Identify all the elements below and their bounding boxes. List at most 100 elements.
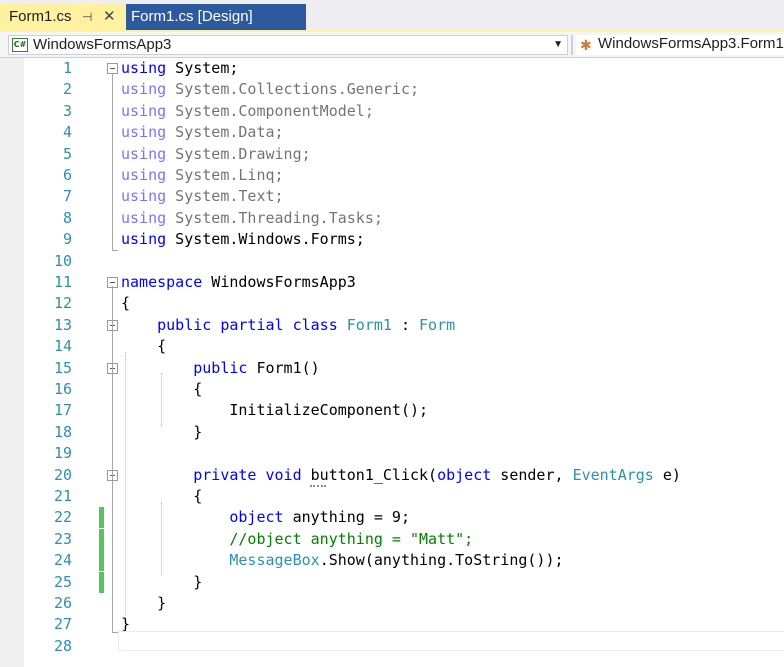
code-line[interactable]: 1 using System; <box>0 58 784 79</box>
code-line[interactable]: 26 } <box>0 593 784 614</box>
chevron-down-icon[interactable]: ▼ <box>553 36 563 54</box>
collapse-icon[interactable] <box>107 63 118 74</box>
change-indicator <box>99 571 104 593</box>
code-line[interactable]: 12 { <box>0 293 784 314</box>
tab-form1-cs-label: Form1.cs <box>9 8 72 25</box>
code-text: using System.Data; <box>121 123 284 142</box>
line-number: 21 <box>53 487 72 505</box>
code-text: MessageBox.Show(anything.ToString()); <box>229 551 564 570</box>
code-line[interactable]: 18 } <box>0 422 784 443</box>
code-text: using System.Text; <box>121 187 284 206</box>
line-number: 5 <box>62 144 72 163</box>
code-line[interactable]: 11 namespace WindowsFormsApp3 <box>0 272 784 293</box>
line-number: 7 <box>62 187 72 206</box>
indent-guide <box>161 373 162 427</box>
code-text: namespace WindowsFormsApp3 <box>121 273 356 291</box>
code-line[interactable]: 20 private void button1_Click(object sen… <box>0 465 784 487</box>
line-number: 4 <box>62 123 72 142</box>
class-icon: ✱ <box>580 37 592 53</box>
line-number: 1 <box>62 59 72 77</box>
line-number: 3 <box>62 101 72 120</box>
line-number: 2 <box>62 80 72 99</box>
fold-end-namespace <box>112 632 118 633</box>
code-line[interactable]: 17 InitializeComponent(); <box>0 400 784 421</box>
line-number: 22 <box>53 508 72 527</box>
change-indicator <box>99 550 104 572</box>
line-number: 13 <box>53 315 72 334</box>
code-text: using System.Linq; <box>121 166 284 184</box>
code-line[interactable]: 24 MessageBox.Show(anything.ToString()); <box>0 550 784 572</box>
line-number: 10 <box>53 251 72 270</box>
close-icon[interactable]: ✕ <box>103 4 116 30</box>
code-editor[interactable]: 1 using System; 2 using System.Collections.… <box>0 58 784 667</box>
line-number: 20 <box>53 465 72 484</box>
code-text: using System.ComponentModel; <box>121 101 374 120</box>
line-number: 11 <box>53 273 72 291</box>
line-number: 12 <box>53 294 72 313</box>
code-text: //object anything = "Matt"; <box>229 529 474 548</box>
tab-form1-cs[interactable]: Form1.cs ⊣ ✕ <box>0 4 126 30</box>
code-text: using System.Collections.Generic; <box>121 80 420 99</box>
line-number: 19 <box>53 444 72 463</box>
line-number: 28 <box>53 636 72 655</box>
code-text: public partial class Form1 : Form <box>157 315 456 334</box>
navigation-bar: C# WindowsFormsApp3 ▼ ✱ WindowsFormsApp3… <box>0 32 784 58</box>
code-line[interactable]: 8 using System.Threading.Tasks; <box>0 208 784 229</box>
indent-guide <box>125 352 126 618</box>
code-text: using System.Threading.Tasks; <box>121 208 383 227</box>
tab-form1-design[interactable]: Form1.cs [Design] <box>126 4 306 30</box>
pin-icon[interactable]: ⊣ <box>82 4 92 30</box>
tab-form1-design-label: Form1.cs [Design] <box>131 8 253 25</box>
line-number: 18 <box>53 422 72 441</box>
line-number: 23 <box>53 529 72 548</box>
code-text: { <box>121 337 167 356</box>
code-line[interactable]: 9 using System.Windows.Forms; <box>0 229 784 250</box>
code-line[interactable]: 21 { <box>0 486 784 507</box>
code-line[interactable]: 19 <box>0 443 784 464</box>
code-text: } <box>121 594 167 612</box>
code-line[interactable]: 23 //object anything = "Matt"; <box>0 528 784 550</box>
class-dropdown[interactable]: ✱ WindowsFormsApp3.Form1 <box>576 35 784 55</box>
code-text: InitializeComponent(); <box>121 401 429 420</box>
line-number: 25 <box>53 572 72 591</box>
code-text: using System.Windows.Forms; <box>121 230 365 249</box>
code-line[interactable]: 7 using System.Text; <box>0 186 784 207</box>
code-text: using System; <box>121 59 239 77</box>
code-line[interactable]: 6 using System.Linq; <box>0 165 784 186</box>
line-number: 26 <box>53 594 72 612</box>
code-line[interactable]: 5 using System.Drawing; <box>0 144 784 165</box>
fold-line-namespace <box>112 286 113 632</box>
line-number: 27 <box>53 615 72 634</box>
fold-line-usings <box>112 74 113 250</box>
code-text: { <box>121 294 131 313</box>
current-line-highlight <box>118 631 784 651</box>
code-line[interactable]: 2 using System.Collections.Generic; <box>0 79 784 100</box>
code-line[interactable]: 10 <box>0 251 784 272</box>
document-tab-strip: Form1.cs ⊣ ✕ Form1.cs [Design] <box>0 0 784 30</box>
code-line[interactable]: 25 } <box>0 571 784 593</box>
line-number: 9 <box>62 230 72 249</box>
code-text: object anything = 9; <box>229 508 410 527</box>
line-number: 6 <box>62 166 72 184</box>
change-indicator <box>99 507 104 529</box>
code-line[interactable]: 15 public Form1() <box>0 358 784 379</box>
csharp-project-icon: C# <box>12 38 28 52</box>
code-line[interactable]: 14 { <box>0 336 784 357</box>
code-text: private void button1_Click(object sender… <box>193 465 681 484</box>
line-number: 14 <box>53 337 72 356</box>
fold-end-usings <box>112 250 118 251</box>
class-dropdown-value: WindowsFormsApp3.Form1 <box>598 35 784 52</box>
project-dropdown-value: WindowsFormsApp3 <box>33 36 172 53</box>
indent-guide <box>161 502 162 576</box>
code-line[interactable]: 4 using System.Data; <box>0 122 784 143</box>
project-dropdown[interactable]: C# WindowsFormsApp3 ▼ <box>8 35 568 55</box>
code-line[interactable]: 3 using System.ComponentModel; <box>0 101 784 122</box>
code-text: using System.Drawing; <box>121 144 311 163</box>
line-number: 17 <box>53 401 72 420</box>
code-line[interactable]: 16 { <box>0 379 784 400</box>
code-line[interactable]: 13 public partial class Form1 : Form <box>0 315 784 336</box>
line-number: 8 <box>62 208 72 227</box>
line-number: 15 <box>53 358 72 377</box>
code-line[interactable]: 22 object anything = 9; <box>0 507 784 529</box>
line-number: 24 <box>53 551 72 570</box>
